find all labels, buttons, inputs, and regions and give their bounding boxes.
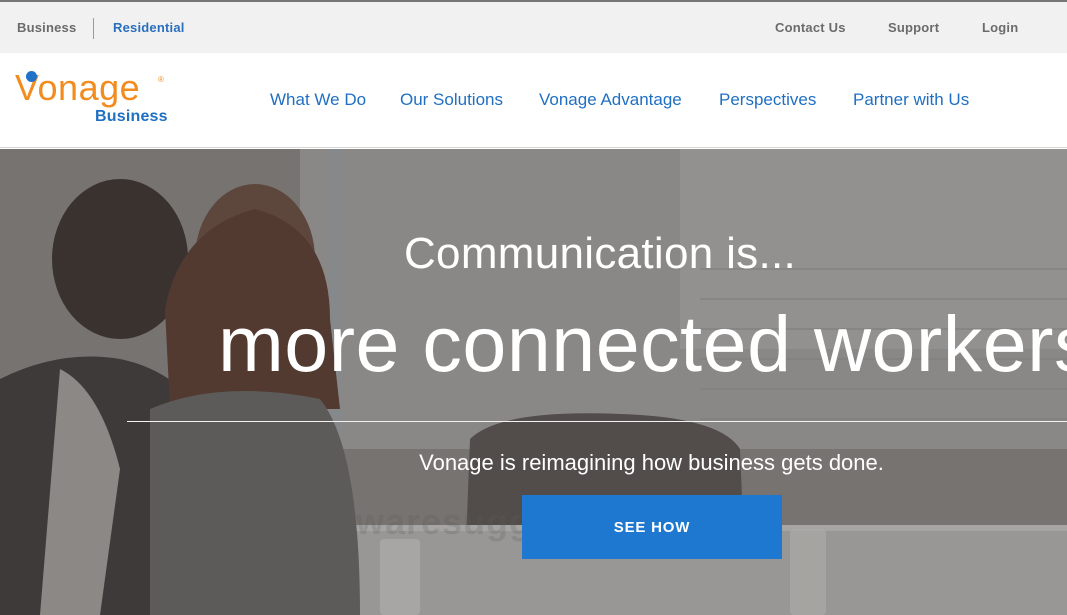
logo-subtitle: Business [95, 108, 168, 125]
vonage-business-logo[interactable]: Vonage ® Business [15, 68, 168, 128]
support-link[interactable]: Support [888, 20, 939, 35]
hero-heading: Communication is... [403, 229, 797, 278]
nav-vonage-advantage[interactable]: Vonage Advantage [539, 90, 682, 110]
nav-partner-with-us[interactable]: Partner with Us [853, 90, 969, 110]
logo-registered-mark: ® [158, 75, 164, 84]
hero-title: more connected workers. [218, 299, 1067, 388]
login-link[interactable]: Login [982, 20, 1018, 35]
main-navigation: Vonage ® Business What We Do Our Solutio… [0, 53, 1067, 148]
logo-dot-icon [26, 71, 37, 82]
utility-divider [93, 18, 94, 39]
nav-perspectives[interactable]: Perspectives [719, 90, 816, 110]
business-link[interactable]: Business [17, 20, 76, 35]
contact-us-link[interactable]: Contact Us [775, 20, 846, 35]
residential-link[interactable]: Residential [113, 20, 185, 35]
nav-our-solutions[interactable]: Our Solutions [400, 90, 503, 110]
utility-bar: Business Residential Contact Us Support … [0, 0, 1067, 53]
nav-what-we-do[interactable]: What We Do [270, 90, 366, 110]
see-how-button[interactable]: SEE HOW [522, 495, 782, 559]
hero-divider [127, 421, 1067, 422]
hero-subtitle: Vonage is reimagining how business gets … [419, 450, 884, 475]
hero-banner: Communication is... more connected worke… [0, 149, 1067, 615]
